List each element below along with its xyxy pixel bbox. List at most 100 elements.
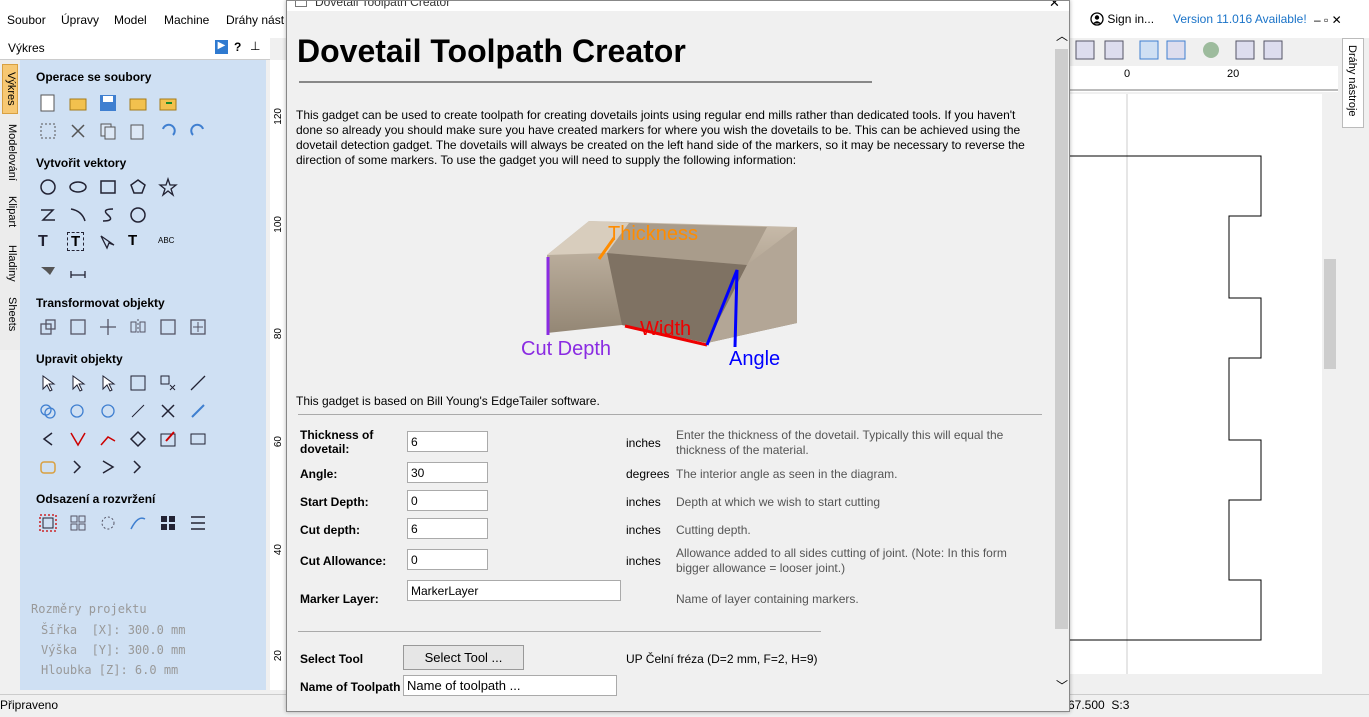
distort-icon[interactable] xyxy=(158,317,178,337)
curve-icon[interactable] xyxy=(68,205,88,225)
undo-icon[interactable] xyxy=(158,121,178,141)
node-align-icon[interactable] xyxy=(68,429,88,449)
cut-icon[interactable] xyxy=(68,121,88,141)
chevron-up-icon[interactable]: ︿ xyxy=(1056,27,1068,44)
text-arc-icon[interactable]: ABC xyxy=(158,236,174,245)
dialog-scroll-thumb[interactable] xyxy=(1055,49,1068,629)
nesting-icon[interactable] xyxy=(158,513,178,533)
bracket-icon[interactable] xyxy=(68,457,88,477)
fillet-icon[interactable] xyxy=(188,401,208,421)
thickness-input[interactable] xyxy=(407,431,488,452)
dimension-icon[interactable] xyxy=(68,261,88,281)
center-icon[interactable] xyxy=(188,317,208,337)
polygon-icon[interactable] xyxy=(128,177,148,197)
text-icon[interactable]: T xyxy=(38,233,48,251)
scissors-icon[interactable] xyxy=(158,401,178,421)
drawing-canvas: 0 20 Dráhy nástroje xyxy=(1070,38,1369,694)
pin-panel-icon[interactable]: ▶ xyxy=(215,40,228,54)
bounding-box-icon[interactable] xyxy=(38,121,58,141)
angle-input[interactable] xyxy=(407,462,488,483)
copy-along-vector-icon[interactable] xyxy=(128,513,148,533)
select-tool-button[interactable]: Select Tool ... xyxy=(403,645,524,670)
redo-icon[interactable] xyxy=(188,121,208,141)
polyline-icon[interactable] xyxy=(38,205,58,225)
paste-icon[interactable] xyxy=(128,121,148,141)
auto-layout-icon[interactable] xyxy=(188,513,208,533)
close-icon[interactable]: ✕ xyxy=(1049,1,1060,11)
toolbar-icons xyxy=(1070,40,1338,92)
tab-drahy-nastroje[interactable]: Dráhy nástroje xyxy=(1342,38,1364,128)
pin-icon[interactable]: ⊥ xyxy=(250,39,260,53)
offset-icon[interactable] xyxy=(38,513,58,533)
ungroup-icon[interactable] xyxy=(158,373,178,393)
scale-icon[interactable] xyxy=(68,317,88,337)
menu-machine[interactable]: Machine xyxy=(164,13,209,27)
group-icon[interactable] xyxy=(128,373,148,393)
tab-vykres[interactable]: Výkres xyxy=(2,64,18,114)
intersect-icon[interactable] xyxy=(98,401,118,421)
text-box-icon[interactable]: T xyxy=(67,232,85,251)
array-copy-icon[interactable] xyxy=(68,513,88,533)
help-icon[interactable]: ? xyxy=(234,40,241,54)
version-link[interactable]: Version 11.016 Available! xyxy=(1173,12,1307,26)
tab-sheets[interactable]: Sheets xyxy=(2,292,18,336)
chevron-right-icon[interactable] xyxy=(98,457,118,477)
canvas-scroll-thumb[interactable] xyxy=(1324,259,1336,369)
align-icon[interactable] xyxy=(98,317,118,337)
menu-model[interactable]: Model xyxy=(114,13,147,27)
selected-tool-text: UP Čelní fréza (D=2 mm, F=2, H=9) xyxy=(626,652,818,666)
top-ruler-label: 0 xyxy=(1124,68,1131,80)
smooth-icon[interactable] xyxy=(38,429,58,449)
copy-icon[interactable] xyxy=(98,121,118,141)
angle-desc: The interior angle as seen in the diagra… xyxy=(676,467,898,481)
menu-soubor[interactable]: Soubor xyxy=(7,13,46,27)
marker-layer-input[interactable] xyxy=(407,580,621,601)
text-fit-icon[interactable]: T xyxy=(128,232,137,249)
tab-hladiny[interactable]: Hladiny xyxy=(2,238,18,288)
import-icon[interactable] xyxy=(128,93,148,113)
cut-depth-input[interactable] xyxy=(407,518,488,539)
ellipse-icon[interactable] xyxy=(68,177,88,197)
node-edit-icon[interactable] xyxy=(68,373,88,393)
menu-upravy[interactable]: Úpravy xyxy=(61,13,99,27)
join-icon[interactable] xyxy=(98,429,118,449)
spline-icon[interactable] xyxy=(98,205,118,225)
status-text: Připraveno xyxy=(0,698,59,712)
edit-vector-icon[interactable] xyxy=(158,429,178,449)
tab-klipart[interactable]: Klipart xyxy=(2,190,18,234)
drawing-area[interactable] xyxy=(1070,94,1338,674)
rectangle-icon[interactable] xyxy=(98,177,118,197)
weld-icon[interactable] xyxy=(38,401,58,421)
select-icon[interactable] xyxy=(38,373,58,393)
star-icon[interactable] xyxy=(158,177,178,197)
dialog-scrollbar[interactable]: ︿ ﹀ xyxy=(1053,29,1069,699)
import-vector-icon[interactable] xyxy=(38,261,58,281)
menu-drahy[interactable]: Dráhy nást xyxy=(226,13,284,27)
open-folder-icon[interactable] xyxy=(68,93,88,113)
text-on-curve-icon[interactable] xyxy=(98,233,118,253)
cut-allowance-input[interactable] xyxy=(407,549,488,570)
sign-in-link[interactable]: Sign in... xyxy=(1090,12,1154,26)
extend-icon[interactable] xyxy=(128,457,148,477)
save-icon[interactable] xyxy=(98,93,118,113)
start-depth-input[interactable] xyxy=(407,490,488,511)
circular-array-icon[interactable] xyxy=(98,513,118,533)
toolpath-name-input[interactable] xyxy=(403,675,617,696)
lasso-icon[interactable] xyxy=(38,457,58,477)
measure-icon[interactable] xyxy=(188,373,208,393)
canvas-scrollbar[interactable] xyxy=(1322,94,1338,674)
circle-icon[interactable] xyxy=(38,177,58,197)
subtract-icon[interactable] xyxy=(68,401,88,421)
mirror-icon[interactable] xyxy=(128,317,148,337)
fill-pattern-icon[interactable] xyxy=(128,205,148,225)
new-file-icon[interactable] xyxy=(38,93,58,113)
trim-icon[interactable] xyxy=(128,401,148,421)
offset-vector-icon[interactable] xyxy=(188,429,208,449)
move-icon[interactable] xyxy=(38,317,58,337)
transform-select-icon[interactable] xyxy=(98,373,118,393)
export-icon[interactable] xyxy=(158,93,178,113)
chevron-down-icon[interactable]: ﹀ xyxy=(1056,677,1068,694)
close-vector-icon[interactable] xyxy=(128,429,148,449)
tab-modelovani[interactable]: Modelování xyxy=(2,118,18,186)
window-controls[interactable]: – ▫ ✕ xyxy=(1314,13,1342,27)
